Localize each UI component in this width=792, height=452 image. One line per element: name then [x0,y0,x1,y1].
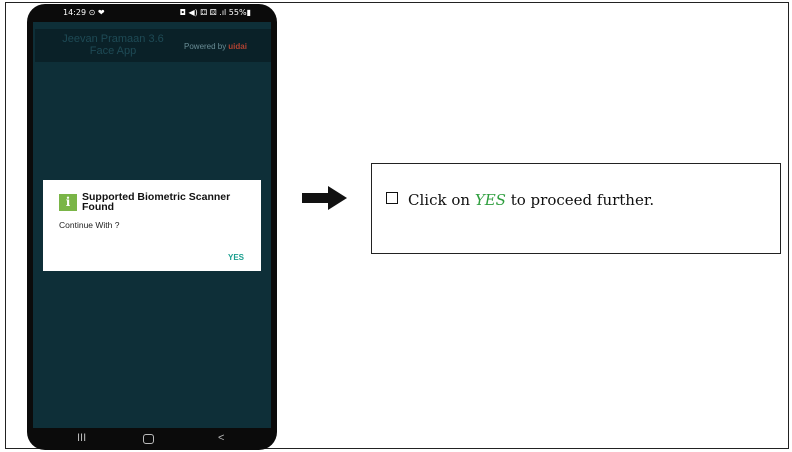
biometric-dialog: i Supported Biometric Scanner Found Cont… [43,180,261,271]
home-button[interactable] [143,434,154,444]
powered-by: Powered by uidai [184,42,247,51]
powered-by-label: Powered by [184,42,227,51]
recents-button[interactable]: III [77,432,86,444]
checkbox-bullet-icon [386,192,398,204]
android-nav-bar: III < [27,428,277,450]
app-title: Jeevan Pramaan 3.6 Face App [43,33,183,57]
instruction-highlight: YES [474,191,506,209]
instruction-text: Click on YES to proceed further. [386,191,654,209]
phone-mockup: 14:29 ⊙ ❤ ◘ ◀) ⚃ ⚄ .ıl 55%▮ Jeevan Prama… [27,4,277,450]
app-screen: Jeevan Pramaan 3.6 Face App Powered by ui… [33,22,271,428]
right-arrow-icon [302,186,347,210]
dialog-message: Continue With ? [59,220,120,230]
instruction-prefix: Click on [408,191,471,209]
app-title-line2: Face App [89,45,137,57]
status-bar: 14:29 ⊙ ❤ ◘ ◀) ⚃ ⚄ .ıl 55%▮ [27,4,277,22]
instruction-suffix: to proceed further. [510,191,655,209]
brand-logo: uidai [228,42,247,51]
app-header: Jeevan Pramaan 3.6 Face App Powered by ui… [35,29,271,62]
yes-button[interactable]: YES [228,253,244,262]
info-icon: i [59,194,77,211]
status-indicators: ◘ ◀) ⚃ ⚄ .ıl 55%▮ [179,8,251,17]
status-time: 14:29 ⊙ ❤ [63,8,105,17]
back-button[interactable]: < [218,432,224,444]
app-title-line1: Jeevan Pramaan 3.6 [62,33,164,45]
dialog-title: Supported Biometric Scanner Found [82,191,231,213]
instruction-box: Click on YES to proceed further. [371,163,781,254]
